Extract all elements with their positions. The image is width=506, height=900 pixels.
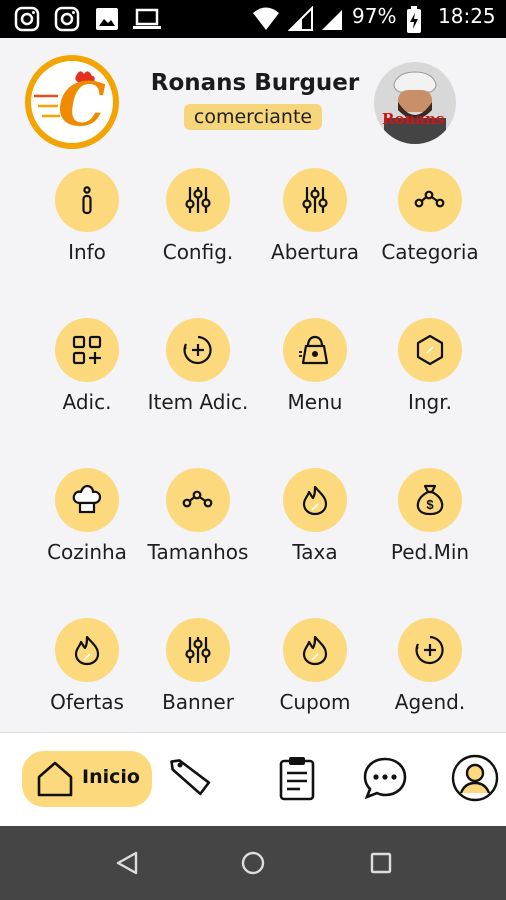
profile-icon[interactable] bbox=[450, 753, 500, 803]
avatar-brand-text: Ronans bbox=[382, 110, 445, 128]
svg-text:$: $ bbox=[426, 497, 434, 512]
menu-tile-button[interactable]: $ bbox=[398, 468, 462, 532]
menu-tile-label: Ingr. bbox=[407, 390, 452, 414]
clock: 18:25 bbox=[438, 4, 496, 28]
menu-tile-label: Ped.Min bbox=[390, 540, 470, 564]
info-icon bbox=[82, 186, 92, 215]
circle-plus-icon bbox=[183, 335, 212, 365]
sliders-icon bbox=[185, 187, 211, 213]
logo-letter: C bbox=[58, 70, 106, 140]
circle-plus-icon bbox=[415, 635, 444, 665]
home-circle-icon[interactable] bbox=[240, 850, 266, 876]
menu-tile-cupom[interactable]: Cupom bbox=[255, 618, 375, 728]
menu-tile-button[interactable] bbox=[55, 318, 119, 382]
recents-icon[interactable] bbox=[368, 850, 394, 876]
sliders-icon bbox=[185, 637, 211, 663]
status-bar: 97% 18:25 bbox=[0, 0, 506, 38]
battery-charging-icon bbox=[407, 6, 421, 33]
menu-tile-label: Agend. bbox=[394, 690, 466, 714]
menu-tile-config[interactable]: Config. bbox=[138, 168, 258, 278]
bottom-nav: Inicio bbox=[0, 732, 506, 826]
wifi-icon bbox=[253, 7, 279, 30]
menu-tile-label: Categoria bbox=[381, 240, 479, 264]
image-icon bbox=[96, 8, 118, 30]
nodes-icon bbox=[414, 190, 445, 208]
menu-tile-button[interactable] bbox=[166, 618, 230, 682]
nav-home[interactable]: Inicio bbox=[22, 751, 152, 807]
instagram-icon bbox=[54, 6, 80, 32]
bag-icon bbox=[299, 335, 329, 365]
chef-hat-icon bbox=[72, 484, 102, 514]
menu-tile-agend[interactable]: Agend. bbox=[370, 618, 490, 728]
menu-tile-button[interactable] bbox=[283, 168, 347, 232]
signal-icon bbox=[288, 6, 313, 31]
nav-home-label: Inicio bbox=[82, 766, 140, 788]
menu-tile-button[interactable] bbox=[398, 168, 462, 232]
menu-tile-button[interactable] bbox=[283, 468, 347, 532]
clipboard-icon[interactable] bbox=[272, 753, 322, 803]
flame-icon bbox=[302, 635, 328, 666]
system-navigation-bar bbox=[0, 826, 506, 900]
tag-icon[interactable] bbox=[166, 753, 216, 803]
avatar[interactable]: Ronans bbox=[374, 62, 456, 144]
menu-tile-menu[interactable]: Menu bbox=[255, 318, 375, 428]
store-name: Ronans Burguer bbox=[150, 70, 360, 96]
grid-plus-icon bbox=[72, 335, 102, 365]
menu-tile-banner[interactable]: Banner bbox=[138, 618, 258, 728]
role-badge: comerciante bbox=[184, 104, 322, 130]
menu-tile-button[interactable] bbox=[166, 318, 230, 382]
laptop-icon bbox=[133, 8, 161, 29]
flame-icon bbox=[74, 635, 100, 666]
nodes-icon bbox=[182, 490, 213, 508]
menu-tile-item-adic[interactable]: Item Adic. bbox=[138, 318, 258, 428]
menu-tile-button[interactable] bbox=[398, 618, 462, 682]
menu-tile-button[interactable] bbox=[166, 168, 230, 232]
store-logo: C bbox=[24, 54, 120, 150]
menu-tile-tamanhos[interactable]: Tamanhos bbox=[138, 468, 258, 578]
money-bag-icon: $ bbox=[416, 484, 444, 516]
back-icon[interactable] bbox=[114, 850, 140, 876]
menu-tile-button[interactable] bbox=[55, 618, 119, 682]
menu-tile-button[interactable] bbox=[166, 468, 230, 532]
sliders-icon bbox=[302, 187, 328, 213]
menu-tile-categoria[interactable]: Categoria bbox=[370, 168, 490, 278]
flame-icon bbox=[302, 485, 328, 516]
menu-tile-taxa[interactable]: Taxa bbox=[255, 468, 375, 578]
menu-tile-button[interactable] bbox=[283, 618, 347, 682]
menu-tile-button[interactable] bbox=[283, 318, 347, 382]
menu-tile-button[interactable] bbox=[55, 468, 119, 532]
home-icon bbox=[37, 761, 73, 797]
hexagon-icon bbox=[416, 334, 444, 366]
menu-tile-abertura[interactable]: Abertura bbox=[255, 168, 375, 278]
battery-percent: 97% bbox=[352, 4, 397, 28]
instagram-icon bbox=[14, 6, 40, 32]
menu-tile-button[interactable] bbox=[55, 168, 119, 232]
cellular-icon bbox=[322, 10, 342, 30]
menu-tile-ped-min[interactable]: $ Ped.Min bbox=[370, 468, 490, 578]
chat-icon[interactable] bbox=[360, 753, 410, 803]
menu-tile-ingr[interactable]: Ingr. bbox=[370, 318, 490, 428]
menu-tile-button[interactable] bbox=[398, 318, 462, 382]
